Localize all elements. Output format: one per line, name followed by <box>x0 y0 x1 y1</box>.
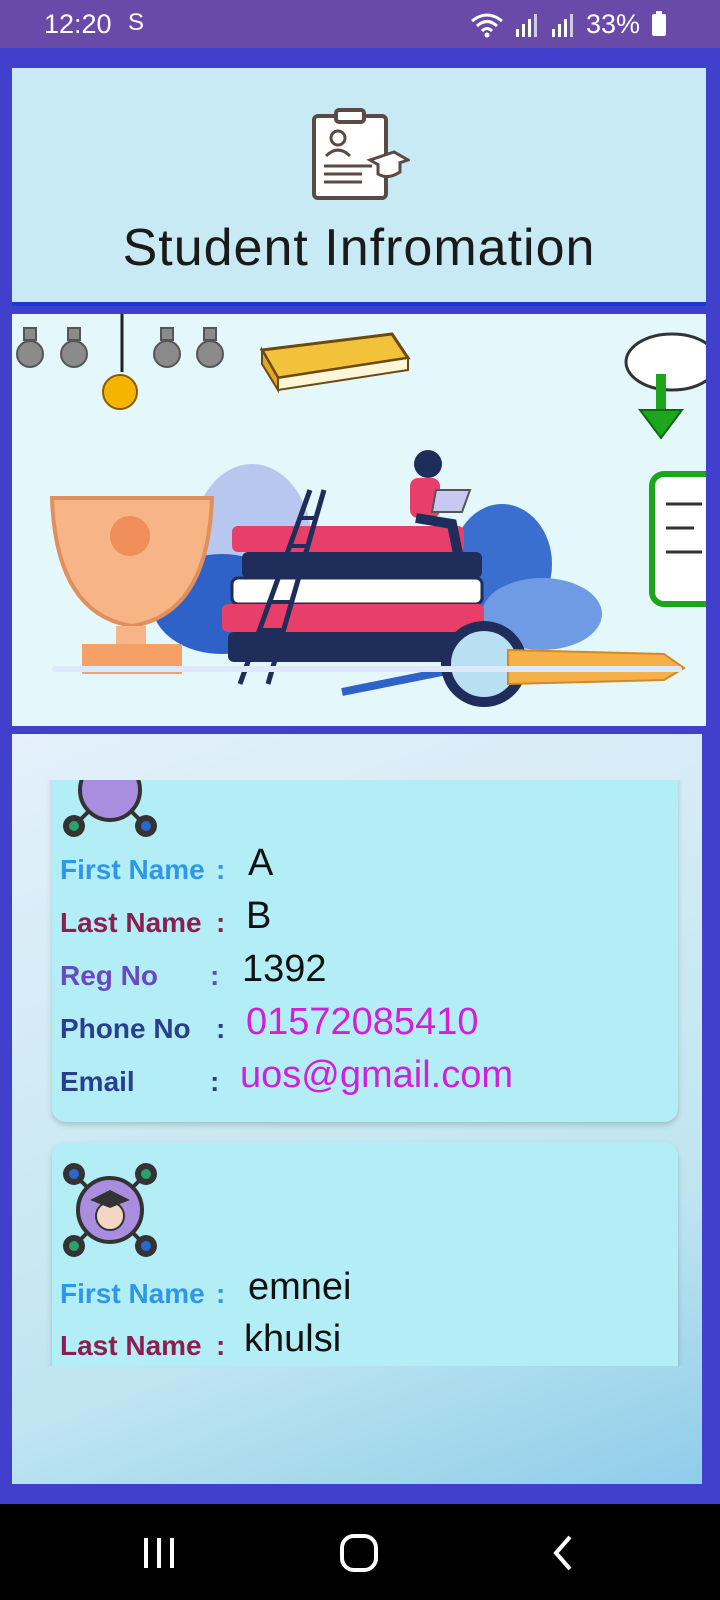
phone-no-value[interactable]: 01572085410 <box>246 1001 478 1044</box>
student-avatar-icon <box>63 780 157 837</box>
student-card[interactable]: First Name : emnei Last Name : khulsi <box>52 1142 678 1366</box>
student-avatar-icon <box>63 1163 157 1257</box>
first-name-value: A <box>248 842 274 884</box>
signal-icon-1 <box>515 13 537 37</box>
reg-no-label: Reg No <box>60 960 158 991</box>
status-time: 12:20 <box>44 9 112 39</box>
email-row: Email : uos@gmail.com <box>60 1054 670 1104</box>
last-name-row: Last Name : B <box>60 895 670 945</box>
first-name-row: First Name : emnei <box>60 1266 670 1316</box>
email-value[interactable]: uos@gmail.com <box>240 1054 513 1097</box>
phone-no-row: Phone No : 01572085410 <box>60 1001 670 1051</box>
status-bar: 12:20 S 33% <box>0 0 720 48</box>
first-name-colon: : <box>216 1278 226 1309</box>
battery-icon <box>652 10 666 36</box>
last-name-row: Last Name : khulsi <box>60 1318 670 1366</box>
home-icon[interactable] <box>335 1528 385 1578</box>
student-list-panel: First Name : A Last Name : B Reg No : 13… <box>12 734 702 1484</box>
back-icon[interactable] <box>540 1528 590 1578</box>
status-right: 33% <box>470 9 666 40</box>
signal-icon-2 <box>551 13 573 37</box>
education-illustration <box>16 314 706 707</box>
light-bulbs <box>16 327 224 368</box>
last-name-label: Last Name <box>60 1330 202 1361</box>
first-name-label: First Name <box>60 1278 205 1309</box>
wifi-icon <box>471 13 503 37</box>
reg-no-colon: : <box>210 960 220 991</box>
student-list[interactable]: First Name : A Last Name : B Reg No : 13… <box>38 780 688 1366</box>
last-name-label: Last Name <box>60 907 202 938</box>
system-nav-bar <box>0 1504 720 1600</box>
last-name-value: khulsi <box>244 1318 342 1360</box>
reg-no-value: 1392 <box>242 948 327 990</box>
banner-illustration <box>12 314 706 726</box>
header-panel: Student Infromation <box>12 68 706 306</box>
recent-apps-icon[interactable] <box>134 1528 184 1578</box>
clipboard-student-icon <box>312 108 410 200</box>
first-name-row: First Name : A <box>60 842 670 892</box>
battery-level: 33% <box>585 9 640 39</box>
last-name-colon: : <box>216 907 226 938</box>
student-card[interactable]: First Name : A Last Name : B Reg No : 13… <box>52 780 678 1122</box>
email-colon: : <box>210 1066 220 1097</box>
last-name-value: B <box>246 895 272 937</box>
first-name-label: First Name <box>60 854 205 885</box>
first-name-colon: : <box>216 854 226 885</box>
email-label: Email <box>60 1066 135 1097</box>
phone-no-label: Phone No <box>60 1013 191 1044</box>
last-name-colon: : <box>216 1330 226 1361</box>
page-title: Student Infromation <box>122 219 596 277</box>
phone-no-colon: : <box>216 1013 226 1044</box>
reg-no-row: Reg No : 1392 <box>60 948 670 998</box>
carrier-icon: S <box>128 9 145 36</box>
first-name-value: emnei <box>248 1266 352 1308</box>
